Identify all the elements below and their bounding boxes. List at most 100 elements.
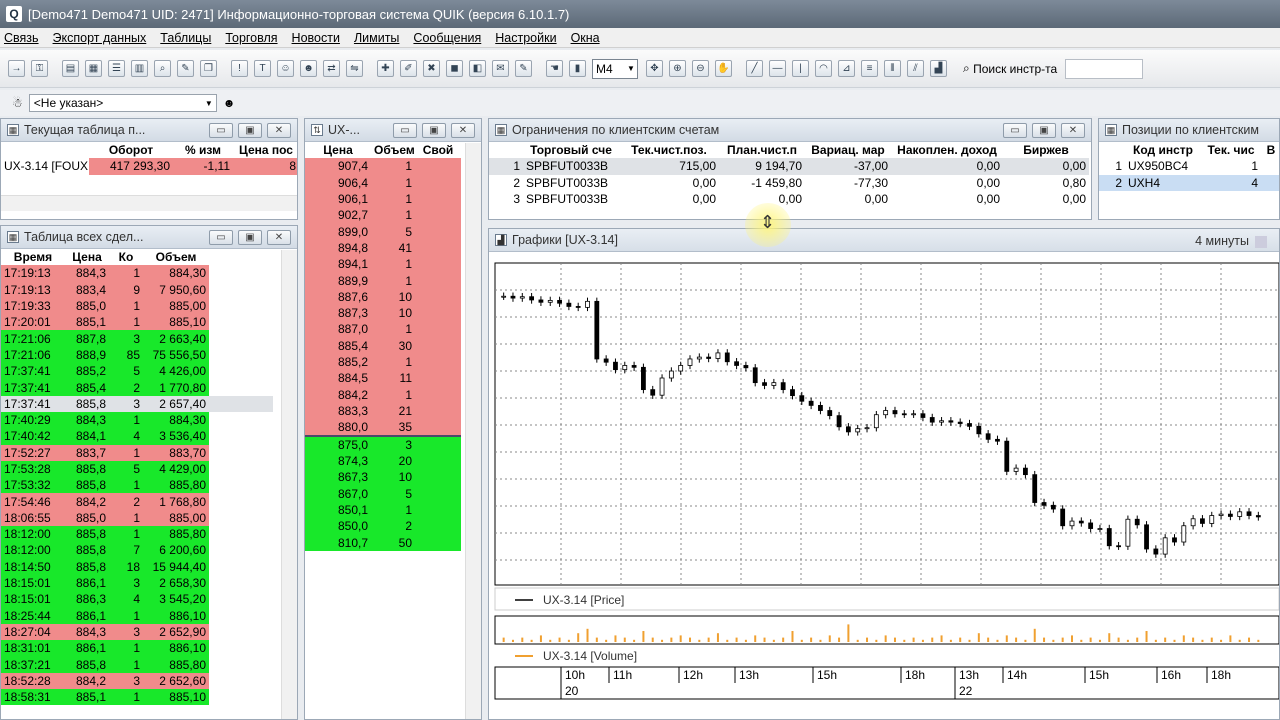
table-row[interactable]: 18:06:55 885,0 1 885,00 [1, 509, 273, 527]
report-icon[interactable]: ◧ [469, 60, 486, 77]
table-row[interactable]: 18:37:21 885,8 1 885,80 [1, 656, 273, 673]
close-button[interactable]: ✕ [267, 230, 291, 245]
table-edit-icon[interactable]: ✎ [177, 60, 194, 77]
levels-icon[interactable]: ≡ [861, 60, 878, 77]
bid-row[interactable]: 850,0 2 [305, 518, 461, 535]
column-header[interactable]: В [1261, 142, 1279, 159]
close-button[interactable]: ✕ [267, 123, 291, 138]
indicator-icon[interactable]: ▟ [930, 60, 947, 77]
ask-row[interactable]: 906,1 1 [305, 190, 461, 208]
column-header[interactable]: Код инстр [1125, 142, 1201, 159]
table-row[interactable]: UX-3.14 [FOUX 417 293,30 -1,11 8 [1, 158, 297, 175]
minimize-button[interactable]: ▭ [393, 123, 417, 138]
table-row[interactable]: 17:37:41 885,4 2 1 770,80 [1, 379, 273, 396]
mail-icon[interactable]: ✉ [492, 60, 509, 77]
column-header[interactable]: Тек. чис [1201, 142, 1261, 159]
table-row[interactable]: 17:19:33 885,0 1 885,00 [1, 297, 273, 315]
instrument-search-input[interactable] [1065, 58, 1144, 79]
menu-svyaz[interactable]: Связь [4, 31, 39, 45]
interval-select[interactable]: M4 ▼ [592, 58, 638, 79]
menu-limits[interactable]: Лимиты [354, 31, 399, 45]
move-icon[interactable]: ✥ [646, 60, 663, 77]
table-row[interactable]: 17:53:32 885,8 1 885,80 [1, 477, 273, 494]
message-icon[interactable]: ✎ [515, 60, 532, 77]
bid-row[interactable]: 867,3 10 [305, 469, 461, 486]
menu-windows[interactable]: Окна [571, 31, 600, 45]
maximize-button[interactable]: ▣ [1032, 123, 1056, 138]
column-header[interactable]: Время [1, 249, 65, 266]
alert-icon[interactable]: ! [231, 60, 248, 77]
close-button[interactable]: ✕ [1061, 123, 1085, 138]
price-chart[interactable]: UX-3.14 [Price] UX-3.14 [Volume] 10h 11h 12h… [489, 253, 1279, 720]
client-select[interactable]: <Не указан> ▼ [28, 94, 217, 112]
timeframe-label[interactable]: 4 минуты [1195, 234, 1267, 248]
column-header[interactable]: Свой [415, 142, 461, 159]
vertical-scrollbar[interactable] [281, 250, 297, 719]
table-row[interactable]: 18:14:50 885,8 18 15 944,40 [1, 558, 273, 575]
table-row[interactable]: 18:12:00 885,8 7 6 200,60 [1, 542, 273, 559]
column-header[interactable]: Биржев [1003, 142, 1089, 159]
positions-titlebar[interactable]: ▦ Позиции по клиентским [1099, 119, 1279, 142]
table-row[interactable]: 17:52:27 883,7 1 883,70 [1, 444, 273, 461]
vertical-scrollbar[interactable] [465, 143, 481, 719]
ask-row[interactable]: 885,4 30 [305, 337, 461, 354]
menu-export[interactable]: Экспорт данных [53, 31, 147, 45]
ask-row[interactable]: 887,3 10 [305, 304, 461, 322]
users-icon[interactable]: ☻ [300, 60, 317, 77]
column-header[interactable]: Торговый сче [523, 142, 619, 159]
order-edit-icon[interactable]: ✐ [400, 60, 417, 77]
minimize-icon[interactable] [1255, 235, 1267, 248]
hand-icon[interactable]: ☚ [546, 60, 563, 77]
channel-icon[interactable]: ⫽ [907, 60, 924, 77]
table-row[interactable]: 1 UX950BC4 1 [1099, 158, 1279, 174]
limits-titlebar[interactable]: ▦ Ограничения по клиентским счетам ▭ ▣ ✕ [489, 119, 1091, 142]
horizontal-scrollbar[interactable] [1, 195, 297, 211]
fan-icon[interactable]: ⊿ [838, 60, 855, 77]
column-header[interactable]: Ко [109, 249, 143, 266]
column-header[interactable]: % изм [173, 142, 233, 159]
order-cancel-icon[interactable]: ✖ [423, 60, 440, 77]
arrow-right-icon[interactable]: → [8, 60, 25, 77]
table-row[interactable]: 17:53:28 885,8 5 4 429,00 [1, 460, 273, 478]
table-row[interactable]: 17:40:29 884,3 1 884,30 [1, 411, 273, 429]
ask-row[interactable]: 884,5 11 [305, 370, 461, 387]
all-deals-titlebar[interactable]: ▦ Таблица всех сдел... ▭ ▣ ✕ [1, 226, 297, 249]
ask-row[interactable]: 907,4 1 [305, 158, 461, 175]
ask-row[interactable]: 899,0 5 [305, 223, 461, 240]
table-quotes-icon[interactable]: ▦ [85, 60, 102, 77]
pan-hand-icon[interactable]: ✋ [715, 60, 732, 77]
table-row[interactable]: 1 SPBFUT0033B 715,00 9 194,70 -37,00 0,00 0,00 [489, 158, 1089, 175]
close-button[interactable]: ✕ [451, 123, 475, 138]
minimize-button[interactable]: ▭ [209, 123, 233, 138]
column-header[interactable]: Цена пос [233, 142, 297, 159]
table-row[interactable]: 2 UXH4 4 [1099, 174, 1279, 191]
table-row[interactable]: 17:21:06 887,8 3 2 663,40 [1, 330, 273, 347]
table-row[interactable]: 18:15:01 886,3 4 3 545,20 [1, 591, 273, 608]
user-icon[interactable]: ☺ [277, 60, 294, 77]
order-book-titlebar[interactable]: ⇅ UX-... ▭ ▣ ✕ [305, 119, 481, 142]
column-header[interactable]: Цена [65, 249, 109, 266]
minimize-button[interactable]: ▭ [209, 230, 233, 245]
ask-row[interactable]: 883,3 21 [305, 402, 461, 420]
ask-row[interactable]: 880,0 35 [305, 419, 461, 437]
bid-row[interactable]: 875,0 3 [305, 436, 461, 454]
table-row[interactable]: 17:37:41 885,2 5 4 426,00 [1, 363, 273, 380]
table-row[interactable]: 17:19:13 883,4 9 7 950,60 [1, 281, 273, 298]
table-search-icon[interactable]: ⌕ [154, 60, 171, 77]
maximize-button[interactable]: ▣ [238, 230, 262, 245]
table-row[interactable]: 17:20:01 885,1 1 885,10 [1, 314, 273, 331]
ask-row[interactable]: 906,4 1 [305, 174, 461, 191]
menu-news[interactable]: Новости [292, 31, 340, 45]
table-row[interactable]: 18:15:01 886,1 3 2 658,30 [1, 574, 273, 592]
column-header[interactable]: Объем [143, 249, 209, 266]
table-row[interactable]: 18:27:04 884,3 3 2 652,90 [1, 623, 273, 641]
ask-row[interactable]: 902,7 1 [305, 207, 461, 224]
table-filter-icon[interactable]: ▥ [131, 60, 148, 77]
trend-line-icon[interactable]: ╱ [746, 60, 763, 77]
menu-settings[interactable]: Настройки [495, 31, 556, 45]
table-row[interactable]: 17:37:41 885,8 3 2 657,40 [1, 395, 273, 412]
column-header[interactable]: План.чист.п [719, 142, 805, 159]
column-header[interactable]: Вариац. мар [805, 142, 891, 159]
minimize-button[interactable]: ▭ [1003, 123, 1027, 138]
table-list-icon[interactable]: ☰ [108, 60, 125, 77]
